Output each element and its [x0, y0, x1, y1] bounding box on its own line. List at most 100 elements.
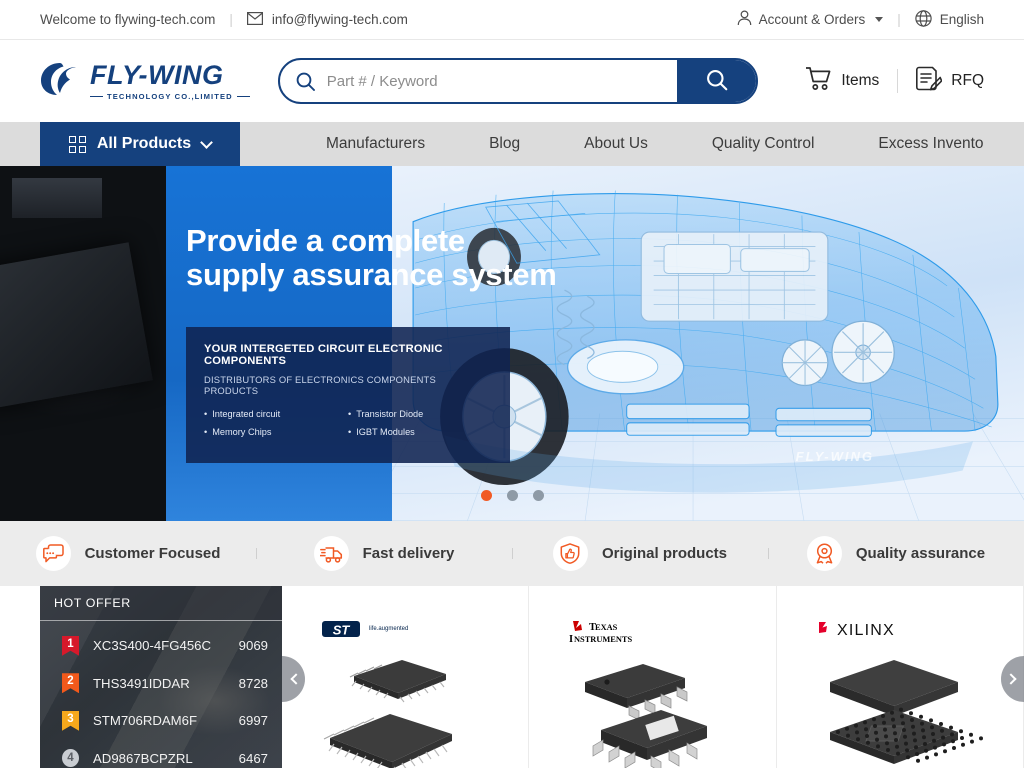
feature-original-products: Original products	[512, 536, 768, 571]
list-item[interactable]: 4 AD9867BCPZRL 6467	[40, 740, 282, 768]
hot-offer-list: 1 XC3S400-4FG456C 9069 2 THS3491IDDAR 87…	[40, 621, 282, 768]
st-tagline: life.augmented	[369, 626, 409, 632]
search-icon	[296, 72, 315, 91]
quantity: 9069	[238, 638, 268, 654]
quantity: 8728	[238, 675, 268, 691]
chevron-left-icon	[289, 672, 302, 685]
email-text: info@flywing-tech.com	[271, 12, 408, 27]
chevron-right-icon	[1004, 672, 1017, 685]
nav-items: Manufacturers Blog About Us Quality Cont…	[294, 122, 1016, 166]
header-actions: Items RFQ	[805, 66, 984, 97]
bottom-section: HOT OFFER 1 XC3S400-4FG456C 9069 2 THS34…	[0, 586, 1024, 768]
cart-items-button[interactable]: Items	[805, 66, 879, 96]
search-icon	[706, 69, 728, 94]
all-products-button[interactable]: All Products	[40, 122, 240, 166]
chevron-down-icon	[875, 17, 884, 22]
chevron-down-icon	[200, 135, 213, 149]
svg-text:EXAS: EXAS	[595, 623, 618, 632]
carousel-dot-3[interactable]	[532, 490, 544, 501]
xilinx-logo: XILINX	[817, 619, 935, 639]
part-number: THS3491IDDAR	[93, 675, 190, 691]
grid-icon	[68, 135, 86, 153]
svg-text:I: I	[569, 634, 573, 645]
topbar-separator-2: |	[897, 12, 901, 27]
search-input[interactable]	[314, 72, 677, 90]
list-item[interactable]: 1 XC3S400-4FG456C 9069	[40, 627, 282, 665]
feature-quality-assurance: Quality assurance	[768, 536, 1024, 571]
carousel-dot-1[interactable]	[480, 490, 492, 501]
site-header: FLY-WING TECHNOLOGY CO.,LIMITED Part # /…	[0, 40, 1024, 122]
part-number: AD9867BCPZRL	[93, 750, 193, 766]
hero-bullet-2: Transistor Diode	[348, 409, 492, 419]
delivery-truck-icon	[313, 536, 349, 571]
nav-item-quality-control[interactable]: Quality Control	[680, 135, 847, 153]
document-pen-icon	[916, 66, 943, 97]
email-link[interactable]: info@flywing-tech.com	[246, 11, 408, 28]
logo-title: FLY-WING	[90, 59, 224, 90]
carousel-dot-2[interactable]	[506, 490, 518, 501]
hero-bullet-3: Memory Chips	[204, 427, 348, 437]
list-item[interactable]: 2 THS3491IDDAR 8728	[40, 665, 282, 703]
feature-label: Quality assurance	[855, 545, 986, 562]
hero-carousel[interactable]: FLY-WING Provide a complete supply assur…	[0, 166, 1024, 521]
account-orders-label: Account & Orders	[758, 12, 866, 27]
svg-text:ST: ST	[333, 623, 351, 638]
cart-items-label: Items	[841, 72, 880, 89]
feature-fast-delivery: Fast delivery	[256, 536, 512, 571]
hot-offer-panel: HOT OFFER 1 XC3S400-4FG456C 9069 2 THS34…	[40, 586, 282, 768]
nav-item-blog[interactable]: Blog	[457, 135, 552, 153]
rank-badge: 3	[62, 710, 79, 731]
nav-item-about-us[interactable]: About Us	[552, 135, 680, 153]
texas-instruments-logo: T EXAS I NSTRUMENTS	[569, 619, 655, 645]
nav-item-manufacturers[interactable]: Manufacturers	[294, 135, 457, 153]
logo-subtitle: TECHNOLOGY CO.,LIMITED	[90, 93, 250, 101]
st-logo: ST life.augmented	[322, 619, 408, 639]
list-item[interactable]: 3 STM706RDAM6F 6997	[40, 702, 282, 740]
feature-label: Original products	[601, 545, 727, 562]
part-number: XC3S400-4FG456C	[93, 638, 212, 654]
rfq-label: RFQ	[951, 72, 984, 89]
topbar-right: Account & Orders | English	[737, 9, 984, 30]
hero-watermark: FLY-WING	[795, 449, 874, 464]
shield-thumbsup-icon	[552, 536, 588, 571]
nav-item-excess-inventory[interactable]: Excess Invento	[846, 135, 1015, 153]
part-number: STM706RDAM6F	[93, 713, 198, 729]
bga-chip-image	[829, 660, 983, 764]
globe-icon	[915, 9, 932, 30]
hero-bullet-4: IGBT Modules	[348, 427, 492, 437]
feature-label: Fast delivery	[362, 545, 455, 562]
hero-card-bullets: Integrated circuit Transistor Diode Memo…	[204, 409, 492, 445]
envelope-icon	[246, 11, 263, 28]
rank-badge: 2	[62, 673, 79, 694]
cart-icon	[805, 66, 832, 96]
hero-copy: Provide a complete supply assurance syst…	[186, 223, 557, 464]
language-switcher[interactable]: English	[915, 9, 984, 30]
topbar-left: Welcome to flywing-tech.com | info@flywi…	[40, 11, 408, 28]
topbar-separator: |	[229, 12, 233, 27]
user-icon	[737, 10, 752, 29]
feature-bar: Customer Focused Fast delivery Original …	[0, 521, 1024, 586]
feature-label: Customer Focused	[84, 545, 221, 562]
hot-offer-title: HOT OFFER	[40, 586, 282, 621]
product-carousel: ST life.augmented T EXAS I NSTRUMENTS XI…	[282, 586, 1024, 768]
rfq-button[interactable]: RFQ	[916, 66, 984, 97]
carousel-dots	[0, 490, 1024, 501]
logo-text-block: FLY-WING TECHNOLOGY CO.,LIMITED	[90, 59, 250, 101]
svg-text:NSTRUMENTS: NSTRUMENTS	[574, 635, 633, 644]
product-card-st[interactable]: ST life.augmented	[282, 586, 530, 768]
product-card-xilinx[interactable]: XILINX	[776, 586, 1024, 768]
qfp-chip-image	[323, 660, 453, 768]
feature-customer-focused: Customer Focused	[0, 536, 256, 571]
product-card-texas-instruments[interactable]: T EXAS I NSTRUMENTS	[529, 586, 777, 768]
site-logo[interactable]: FLY-WING TECHNOLOGY CO.,LIMITED	[40, 59, 250, 101]
language-label: English	[939, 12, 984, 27]
quantity: 6997	[238, 713, 268, 729]
search-area	[277, 58, 758, 104]
account-orders-menu[interactable]: Account & Orders	[737, 10, 884, 29]
award-medal-icon	[806, 536, 842, 571]
rank-badge: 4	[62, 749, 79, 768]
rank-badge: 1	[62, 635, 79, 656]
search-button[interactable]	[676, 60, 756, 102]
search-box	[277, 58, 758, 104]
flywing-bird-logo	[40, 62, 80, 101]
